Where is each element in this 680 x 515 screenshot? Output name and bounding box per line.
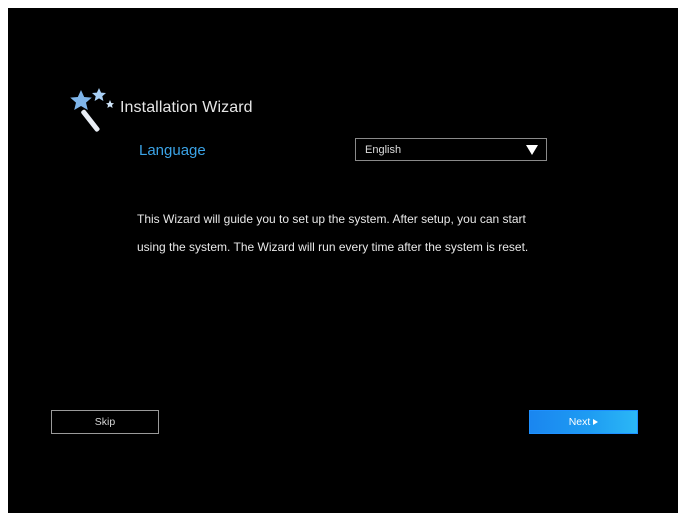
play-icon — [593, 419, 599, 425]
wizard-description: This Wizard will guide you to set up the… — [137, 205, 567, 261]
next-button-label: Next — [568, 416, 591, 428]
dropdown-arrow-icon[interactable] — [526, 144, 538, 155]
skip-button-label: Skip — [94, 416, 116, 428]
description-line: using the system. The Wizard will run ev… — [137, 240, 529, 254]
description-line: This Wizard will guide you to set up the… — [137, 212, 526, 226]
language-select[interactable]: English — [355, 138, 547, 161]
page-title: Installation Wizard — [120, 99, 253, 116]
magic-wand-icon — [70, 88, 114, 132]
wizard-header — [66, 84, 114, 136]
skip-button[interactable]: Skip — [51, 410, 159, 434]
language-selected-value: English — [365, 143, 402, 156]
next-button[interactable]: Next — [529, 410, 638, 434]
language-label: Language — [139, 142, 206, 159]
